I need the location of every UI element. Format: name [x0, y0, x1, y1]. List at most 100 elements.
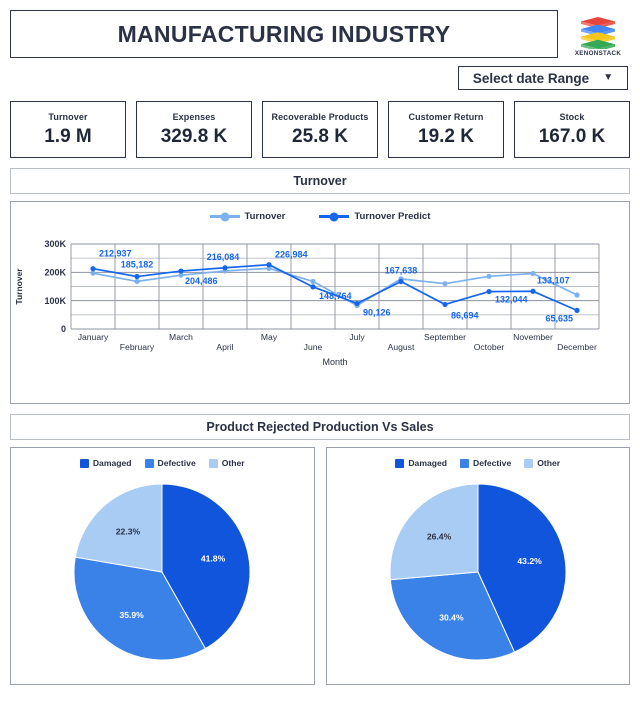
pie-slice-label: 41.8%	[201, 554, 226, 564]
data-point-label: 212,937	[99, 249, 132, 259]
section-header-rejected: Product Rejected Production Vs Sales	[10, 414, 630, 440]
date-range-label: Select date Range	[472, 70, 590, 86]
data-point-label: 65,635	[545, 313, 573, 323]
header: MANUFACTURING INDUSTRY XENONSTACK	[0, 0, 640, 58]
data-point[interactable]	[310, 284, 316, 290]
data-point[interactable]	[354, 300, 360, 307]
x-axis-tick-label: May	[261, 332, 278, 342]
kpi-card[interactable]: Customer Return 19.2 K	[388, 101, 504, 158]
kpi-card[interactable]: Expenses 329.8 K	[136, 101, 252, 158]
x-axis-tick-label: August	[388, 342, 415, 352]
pie-legend-item[interactable]: Defective	[144, 458, 196, 468]
y-axis-tick-label: 0	[61, 324, 66, 334]
kpi-label: Expenses	[172, 111, 216, 122]
xenonstack-stack-logo-icon	[581, 17, 615, 49]
turnover-line-chart[interactable]: Turnover 0 100K 200K 300K 212,937185,182 204,4…	[11, 222, 627, 387]
pie-panel-sales: Damaged Defective Other 43.2% 30.4% 26.4%	[325, 447, 630, 685]
data-point-label: 226,984	[275, 250, 308, 260]
data-point[interactable]	[90, 270, 96, 276]
data-point[interactable]	[574, 292, 580, 298]
pie-legend-label: Other	[221, 458, 245, 468]
kpi-card[interactable]: Stock 167.0 K	[514, 101, 630, 158]
kpi-label: Recoverable Products	[271, 111, 369, 122]
data-point[interactable]	[486, 288, 492, 295]
legend-marker-icon	[209, 215, 240, 218]
turnover-chart-panel: Turnover Turnover Predict Turnover 0 100K 20…	[10, 201, 630, 404]
legend-swatch-icon	[79, 458, 89, 468]
line-chart-legend: Turnover Turnover Predict	[11, 202, 629, 222]
x-axis-tick-label: September	[424, 332, 466, 342]
data-point[interactable]	[442, 281, 448, 287]
page-title-box: MANUFACTURING INDUSTRY	[10, 10, 558, 58]
kpi-card[interactable]: Turnover 1.9 M	[10, 101, 126, 158]
data-point[interactable]	[90, 266, 96, 272]
data-point-label: 216,084	[207, 252, 240, 262]
pie-legend-item[interactable]: Defective	[460, 458, 511, 468]
x-axis-tick-label: July	[349, 332, 365, 342]
kpi-label: Turnover	[48, 111, 88, 122]
data-point[interactable]	[178, 268, 184, 274]
legend-item[interactable]: Turnover Predict	[319, 211, 430, 222]
legend-swatch-icon	[144, 458, 154, 468]
data-point[interactable]	[134, 278, 140, 284]
data-point[interactable]	[266, 262, 272, 268]
kpi-card[interactable]: Recoverable Products 25.8 K	[262, 101, 378, 158]
legend-label: Turnover	[244, 211, 286, 222]
date-range-selector[interactable]: Select date Range ▼	[458, 66, 628, 90]
data-point[interactable]	[222, 265, 228, 271]
pie-legend-label: Damaged	[408, 458, 448, 468]
data-point[interactable]	[398, 278, 404, 285]
pie-chart-production[interactable]: 41.8% 35.9% 22.3%	[37, 474, 287, 674]
brand-logo-text: XENONSTACK	[574, 50, 622, 57]
legend-marker-icon	[319, 215, 350, 218]
data-point-label: 167,638	[385, 266, 418, 276]
pie-chart-sales[interactable]: 43.2% 30.4% 26.4%	[353, 474, 603, 674]
pie-legend-label: Defective	[157, 458, 196, 468]
x-axis-tick-label: April	[216, 342, 233, 352]
pie-legend-item[interactable]: Damaged	[395, 458, 447, 468]
pie-panel-production: Damaged Defective Other 41.8% 35.9% 22.3%	[10, 447, 315, 685]
legend-swatch-icon	[395, 458, 405, 468]
section-header-turnover: Turnover	[10, 168, 630, 194]
pie-legend-sales: Damaged Defective Other	[395, 448, 560, 468]
chevron-down-icon: ▼	[603, 72, 614, 83]
pie-legend-item[interactable]: Other	[208, 458, 245, 468]
data-point[interactable]	[486, 273, 492, 279]
pie-slice-label: 22.3%	[116, 527, 141, 537]
legend-swatch-icon	[524, 458, 534, 468]
pie-legend-label: Other	[537, 458, 561, 468]
data-point[interactable]	[310, 278, 316, 284]
x-axis-tick-label: February	[120, 342, 155, 352]
y-axis-tick-label: 100K	[44, 296, 66, 306]
x-axis-tick-label: January	[78, 332, 109, 342]
y-axis-tick-label: 300K	[44, 239, 66, 249]
y-axis-title: Turnover	[14, 268, 24, 305]
kpi-row: Turnover 1.9 M Expenses 329.8 K Recoverable …	[0, 90, 640, 158]
data-point[interactable]	[574, 307, 580, 314]
pie-legend-item[interactable]: Other	[524, 458, 560, 468]
pie-slice-label: 43.2%	[517, 556, 542, 566]
data-point[interactable]	[442, 301, 448, 308]
kpi-value: 167.0 K	[538, 125, 606, 147]
data-point-label: 204,486	[185, 276, 218, 286]
x-axis-tick-label: March	[169, 332, 193, 342]
data-point[interactable]	[530, 270, 536, 277]
section-header-rejected-label: Product Rejected Production Vs Sales	[206, 420, 434, 434]
legend-item[interactable]: Turnover	[209, 211, 286, 222]
x-axis-tick-label: November	[513, 332, 553, 342]
legend-swatch-icon	[460, 458, 470, 468]
kpi-value: 329.8 K	[160, 125, 228, 147]
kpi-label: Customer Return	[408, 111, 484, 122]
dashboard-page: MANUFACTURING INDUSTRY XENONSTACK Select…	[0, 0, 640, 710]
pie-charts-row: Damaged Defective Other 41.8% 35.9% 22.3% Da…	[0, 440, 640, 685]
data-point-label: 133,107	[537, 275, 570, 285]
data-point-label: 148,764	[319, 291, 352, 301]
data-point[interactable]	[530, 288, 536, 294]
section-header-turnover-label: Turnover	[293, 174, 347, 188]
pie-legend-item[interactable]: Damaged	[79, 458, 132, 468]
x-axis-tick-label: October	[474, 342, 505, 352]
y-axis-tick-label: 200K	[44, 268, 66, 278]
legend-swatch-icon	[208, 458, 218, 468]
data-point[interactable]	[134, 273, 140, 280]
pie-legend-label: Defective	[473, 458, 512, 468]
